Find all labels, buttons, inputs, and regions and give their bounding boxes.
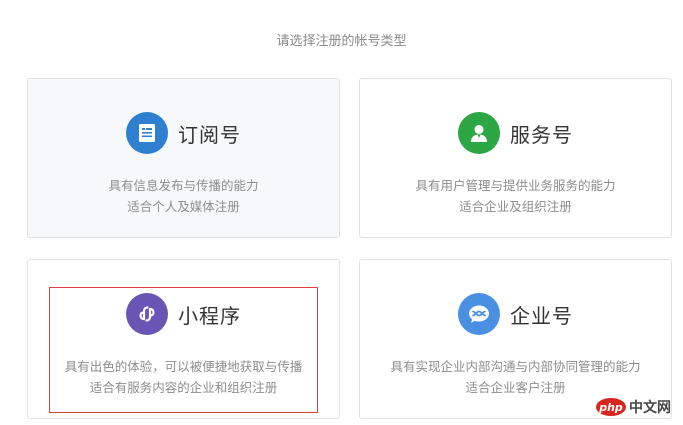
card-title: 企业号: [510, 303, 573, 328]
document-icon: [126, 112, 168, 154]
link-icon: [126, 293, 168, 335]
card-title: 小程序: [178, 303, 241, 328]
chat-icon: [458, 293, 500, 335]
card-desc-line: 适合企业客户注册: [465, 380, 566, 395]
card-description: 具有信息发布与传播的能力 适合个人及媒体注册: [28, 175, 339, 217]
card-description: 具有实现企业内部沟通与内部协同管理的能力 适合企业客户注册: [360, 356, 671, 398]
site-watermark: php 中文网: [596, 397, 671, 417]
card-desc-line: 具有信息发布与传播的能力: [108, 178, 259, 193]
card-desc-line: 具有用户管理与提供业务服务的能力: [415, 178, 616, 193]
card-mini-program[interactable]: 小程序 具有出色的体验，可以被便捷地获取与传播 适合有服务内容的企业和组织注册: [27, 259, 340, 419]
card-description: 具有用户管理与提供业务服务的能力 适合企业及组织注册: [360, 175, 671, 217]
page-prompt: 请选择注册的帐号类型: [276, 34, 407, 49]
card-desc-line: 适合有服务内容的企业和组织注册: [89, 380, 278, 395]
user-icon: [458, 112, 500, 154]
card-desc-line: 适合企业及组织注册: [459, 199, 572, 214]
card-header: 小程序: [28, 293, 339, 335]
card-header: 企业号: [360, 293, 671, 335]
card-title: 订阅号: [178, 122, 241, 147]
card-desc-line: 具有出色的体验，可以被便捷地获取与传播: [64, 359, 303, 374]
watermark-logo: php: [596, 398, 626, 416]
card-description: 具有出色的体验，可以被便捷地获取与传播 适合有服务内容的企业和组织注册: [28, 356, 339, 398]
card-header: 服务号: [360, 112, 671, 154]
card-service-account[interactable]: 服务号 具有用户管理与提供业务服务的能力 适合企业及组织注册: [359, 78, 672, 238]
watermark-text: 中文网: [629, 400, 671, 416]
card-subscription-account[interactable]: 订阅号 具有信息发布与传播的能力 适合个人及媒体注册: [27, 78, 340, 238]
card-enterprise-account[interactable]: 企业号 具有实现企业内部沟通与内部协同管理的能力 适合企业客户注册: [359, 259, 672, 419]
account-type-page: 请选择注册的帐号类型 订阅号 具有信息发布与传播的能力 适合个人及媒体注册 服务…: [0, 0, 683, 425]
card-title: 服务号: [510, 122, 573, 147]
card-header: 订阅号: [28, 112, 339, 154]
card-desc-line: 适合个人及媒体注册: [127, 199, 240, 214]
card-desc-line: 具有实现企业内部沟通与内部协同管理的能力: [390, 359, 641, 374]
